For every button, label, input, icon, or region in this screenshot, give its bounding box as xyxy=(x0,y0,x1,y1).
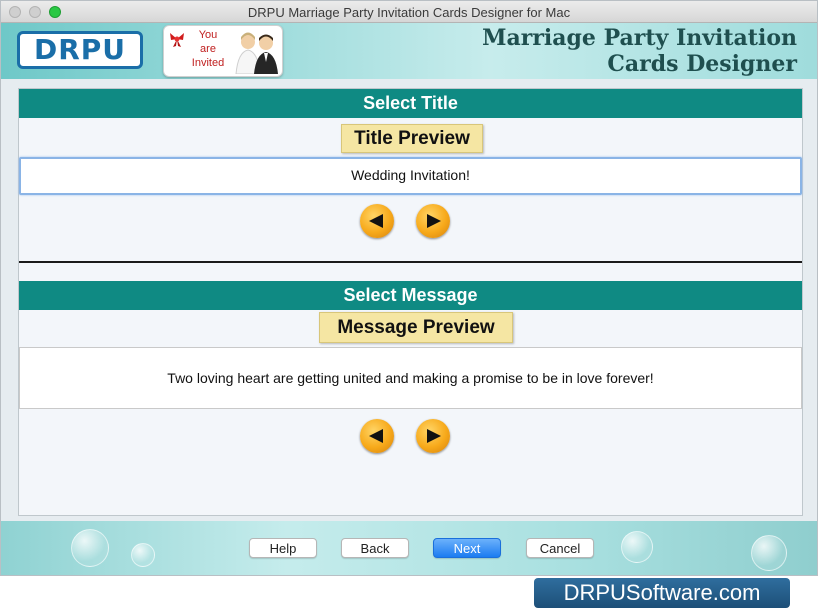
product-title-line1: Marriage Party Invitation xyxy=(482,25,797,51)
title-text-field[interactable]: Wedding Invitation! xyxy=(19,157,802,195)
product-title-line2: Cards Designer xyxy=(607,51,797,77)
title-preview-label: Title Preview xyxy=(341,124,483,153)
app-window: DRPU Marriage Party Invitation Cards Des… xyxy=(0,0,818,576)
invite-text-line: Invited xyxy=(191,57,225,69)
help-button[interactable]: Help xyxy=(249,538,317,558)
decorative-bubble xyxy=(751,535,787,571)
title-previous-button[interactable] xyxy=(360,204,394,238)
invite-text-line: You xyxy=(198,29,218,41)
main-panel: Select Title Title Preview Wedding Invit… xyxy=(18,88,803,516)
decorative-bubble xyxy=(71,529,109,567)
product-title: Marriage Party Invitation Cards Designer xyxy=(482,25,797,77)
left-arrow-icon xyxy=(369,429,383,443)
logo-text: DRPU xyxy=(33,33,127,66)
invite-text: You are Invited xyxy=(186,28,230,70)
gift-bow-icon xyxy=(170,33,184,47)
decorative-bubble xyxy=(621,531,653,563)
window-title: DRPU Marriage Party Invitation Cards Des… xyxy=(247,5,571,20)
wedding-couple-icon xyxy=(235,32,278,74)
message-next-button[interactable] xyxy=(416,419,450,453)
title-next-button[interactable] xyxy=(416,204,450,238)
website-watermark: DRPUSoftware.com xyxy=(534,578,790,608)
header-banner: DRPU You are Invited Marriage Party Invi… xyxy=(1,23,817,79)
footer-bar: Help Back Next Cancel xyxy=(1,521,817,575)
right-arrow-icon xyxy=(427,429,441,443)
message-previous-button[interactable] xyxy=(360,419,394,453)
section-divider xyxy=(19,261,802,263)
next-button[interactable]: Next xyxy=(433,538,501,558)
message-preview-label: Message Preview xyxy=(319,312,513,343)
right-arrow-icon xyxy=(427,214,441,228)
title-bar: DRPU Marriage Party Invitation Cards Des… xyxy=(1,1,817,23)
select-title-header: Select Title xyxy=(19,89,802,118)
message-text-field[interactable]: Two loving heart are getting united and … xyxy=(19,347,802,409)
invitation-graphic: You are Invited xyxy=(163,25,283,77)
cancel-button[interactable]: Cancel xyxy=(526,538,594,558)
drpu-logo: DRPU xyxy=(17,31,143,69)
select-message-header: Select Message xyxy=(19,281,802,310)
left-arrow-icon xyxy=(369,214,383,228)
decorative-bubble xyxy=(131,543,155,567)
invite-text-line: are xyxy=(200,43,216,55)
back-button[interactable]: Back xyxy=(341,538,409,558)
